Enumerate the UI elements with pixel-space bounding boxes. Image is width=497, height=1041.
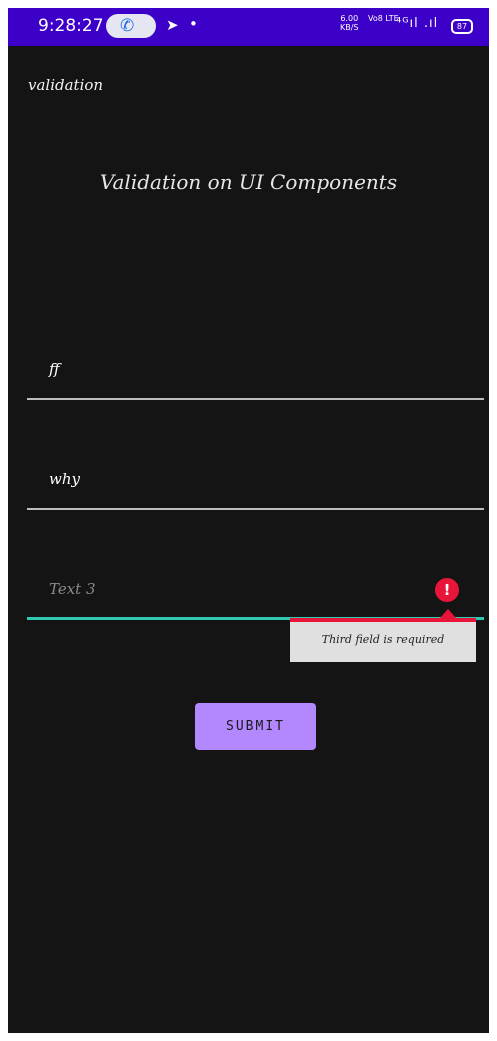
battery-level: 87 [456, 22, 468, 31]
call-icon: ✆ [120, 16, 135, 36]
status-bar: 9:28:27 ✆ ➤ • 6.00 KB/S Vo8 LTE ⁴ᴳıl .ıl… [8, 8, 489, 46]
net-speed-unit: KB/S [340, 23, 359, 32]
net-speed: 6.00 KB/S [340, 14, 359, 32]
battery-icon: 87 [451, 19, 473, 34]
error-icon[interactable]: ! [435, 578, 459, 602]
net-speed-value: 6.00 [340, 14, 359, 23]
signal-icon: ⁴ᴳıl .ıl [396, 16, 439, 31]
text-field-2-value[interactable]: why [49, 470, 80, 488]
text-field-1[interactable]: ff [27, 348, 484, 408]
app-title: validation [28, 76, 104, 94]
phone-screen: 9:28:27 ✆ ➤ • 6.00 KB/S Vo8 LTE ⁴ᴳıl .ıl… [8, 8, 489, 1033]
dot-icon: • [189, 15, 198, 33]
error-tooltip: Third field is required [290, 618, 476, 662]
ongoing-call-chip[interactable]: ✆ [106, 14, 156, 38]
volte-indicator: Vo8 LTE [368, 14, 399, 23]
text-field-1-underline [27, 398, 484, 400]
submit-button[interactable]: SUBMIT [195, 703, 316, 750]
status-time: 9:28:27 [38, 16, 104, 36]
text-field-3-placeholder[interactable]: Text 3 [49, 580, 96, 598]
send-icon: ➤ [166, 16, 179, 34]
error-message: Third field is required [321, 633, 445, 646]
error-tooltip-arrow [440, 609, 456, 618]
text-field-2[interactable]: why [27, 458, 484, 518]
page-heading: Validation on UI Components [99, 170, 398, 194]
text-field-1-value[interactable]: ff [49, 360, 60, 378]
text-field-2-underline [27, 508, 484, 510]
